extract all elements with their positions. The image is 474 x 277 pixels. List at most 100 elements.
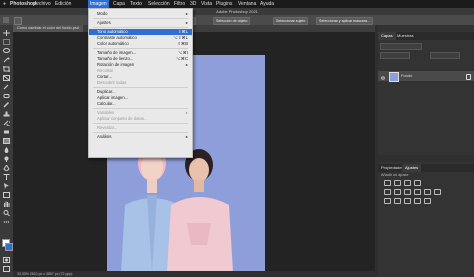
layers-panel-footer	[378, 155, 474, 162]
menu-item-label: Calcular...	[97, 101, 116, 106]
menu-capa[interactable]: Capa	[113, 0, 125, 8]
menu-vista[interactable]: Vista	[201, 0, 212, 8]
quick-selection-tool-icon[interactable]	[3, 57, 10, 63]
threshold-icon[interactable]	[404, 198, 411, 204]
photo-filter-icon[interactable]	[424, 189, 431, 195]
menu-item-label: Análisis	[97, 134, 112, 139]
menu-archivo[interactable]: Archivo	[34, 0, 51, 8]
layer-thumbnail	[389, 72, 399, 82]
menu-item-label: Reventar...	[97, 125, 118, 130]
menu-seleccion[interactable]: Selección	[148, 0, 170, 8]
marquee-tool-icon[interactable]	[3, 39, 10, 45]
menu-filtro[interactable]: Filtro	[174, 0, 185, 8]
right-panels	[378, 25, 474, 277]
layer-filter-field[interactable]	[380, 43, 422, 50]
menu-item[interactable]: Color automático ⇧⌘B	[89, 41, 192, 47]
submenu-arrow-icon: ▸	[185, 11, 188, 16]
menu-ventana[interactable]: Ventana	[238, 0, 256, 8]
color-balance-icon[interactable]	[404, 189, 411, 195]
menu-separator	[93, 108, 188, 109]
menu-imagen[interactable]: Imagen	[88, 0, 109, 8]
lasso-tool-icon[interactable]	[3, 48, 10, 54]
clone-stamp-tool-icon[interactable]	[3, 111, 10, 117]
rectangle-tool-icon[interactable]	[3, 192, 10, 198]
menu-item[interactable]: Modo ▸	[89, 11, 192, 17]
type-tool-icon[interactable]	[3, 174, 10, 180]
menu-3d[interactable]: 3D	[190, 0, 196, 8]
menu-item-label: Descubrir todas	[97, 80, 127, 85]
seleccionar-aplicar-mascara-button[interactable]: Seleccionar y aplicar máscara...	[316, 17, 373, 25]
menu-texto[interactable]: Texto	[130, 0, 142, 8]
brightness-contrast-icon[interactable]	[384, 180, 391, 186]
options-bar: Mejorar borde Selección de objeto Selecc…	[0, 15, 474, 25]
status-bar: 33,33% 2610 px x 3897 px (72 ppp)	[13, 271, 375, 277]
apple-icon[interactable]: ●	[3, 0, 6, 8]
lock-icon	[466, 74, 471, 80]
menu-item[interactable]: Análisis ▸	[89, 134, 192, 140]
move-tool-icon[interactable]	[3, 30, 10, 36]
menu-edicion[interactable]: Edición	[55, 0, 71, 8]
visibility-eye-icon[interactable]	[380, 74, 386, 80]
levels-icon[interactable]	[394, 180, 401, 186]
menu-separator	[93, 48, 188, 49]
selective-color-icon[interactable]	[424, 198, 431, 204]
healing-brush-tool-icon[interactable]	[3, 93, 10, 99]
curves-icon[interactable]	[404, 180, 411, 186]
menu-separator	[93, 87, 188, 88]
posterize-icon[interactable]	[394, 198, 401, 204]
adjustments-panel-tabs: Propiedades Ajustes	[378, 164, 474, 172]
tab-capas[interactable]: Capas	[378, 32, 396, 40]
layer-name[interactable]: Fondo	[401, 71, 412, 81]
seleccion-objeto-button[interactable]: Selección de objeto	[213, 17, 251, 25]
crop-tool-icon[interactable]	[3, 66, 10, 72]
menu-item-label: Aplicar conjunto de datos...	[97, 116, 148, 121]
menu-item: Reventar...	[89, 125, 192, 131]
hand-tool-icon[interactable]	[3, 201, 10, 207]
blur-tool-icon[interactable]	[3, 147, 10, 153]
menu-bar: ● Photoshop Archivo Edición Imagen Capa …	[0, 0, 474, 8]
gradient-tool-icon[interactable]	[3, 138, 10, 144]
eraser-tool-icon[interactable]	[3, 129, 10, 135]
frame-tool-icon[interactable]	[3, 75, 10, 81]
background-color-swatch[interactable]	[5, 243, 13, 251]
hue-saturation-icon[interactable]	[394, 189, 401, 195]
menu-ayuda[interactable]: Ayuda	[260, 0, 274, 8]
menu-item-shortcut: ⇧⌘B	[177, 41, 189, 46]
submenu-arrow-icon: ▸	[185, 20, 188, 25]
opacity-field[interactable]	[430, 52, 460, 59]
menu-item[interactable]: Ajustes ▸	[89, 20, 192, 26]
eyedropper-tool-icon[interactable]	[3, 84, 10, 90]
layer-row-fondo[interactable]: Fondo	[378, 71, 474, 82]
history-brush-tool-icon[interactable]	[3, 120, 10, 126]
imagen-dropdown-menu: Modo ▸ Ajustes ▸ Tono automático ⇧⌘L Contraste…	[88, 8, 193, 158]
brush-tool-icon[interactable]	[3, 102, 10, 108]
tool-preset-icon[interactable]	[14, 17, 22, 25]
vibrance-icon[interactable]	[384, 189, 391, 195]
window-title: Adobe Photoshop 2021	[0, 8, 474, 15]
seleccionar-sujeto-button[interactable]: Seleccionar sujeto	[273, 17, 309, 25]
zoom-tool-icon[interactable]	[3, 210, 10, 216]
blend-mode-select[interactable]	[380, 52, 410, 59]
menu-plugins[interactable]: Plugins	[216, 0, 232, 8]
exposure-icon[interactable]	[414, 180, 421, 186]
document-tab[interactable]: Cómo cambiar el color del fondo.psd	[13, 25, 83, 32]
home-icon[interactable]	[3, 17, 9, 23]
menu-item-label: Color automático	[97, 41, 129, 46]
app-name-menu[interactable]: Photoshop	[10, 0, 36, 8]
tab-muestras[interactable]: Muestras	[394, 32, 416, 40]
submenu-arrow-icon: ▸	[185, 134, 188, 139]
gradient-map-icon[interactable]	[414, 198, 421, 204]
path-selection-tool-icon[interactable]	[3, 183, 10, 189]
quick-mask-icon[interactable]	[3, 257, 10, 263]
menu-item[interactable]: Calcular...	[89, 101, 192, 107]
screen-mode-icon[interactable]	[3, 266, 10, 272]
adjustments-subtitle: Añadir un ajuste	[381, 173, 409, 177]
invert-icon[interactable]	[384, 198, 391, 204]
more-tools-icon[interactable]	[3, 219, 10, 225]
channel-mixer-icon[interactable]	[434, 189, 441, 195]
tab-ajustes[interactable]: Ajustes	[402, 164, 422, 172]
pen-tool-icon[interactable]	[3, 165, 10, 171]
black-white-icon[interactable]	[414, 189, 421, 195]
dodge-tool-icon[interactable]	[3, 156, 10, 162]
menu-separator	[93, 18, 188, 19]
